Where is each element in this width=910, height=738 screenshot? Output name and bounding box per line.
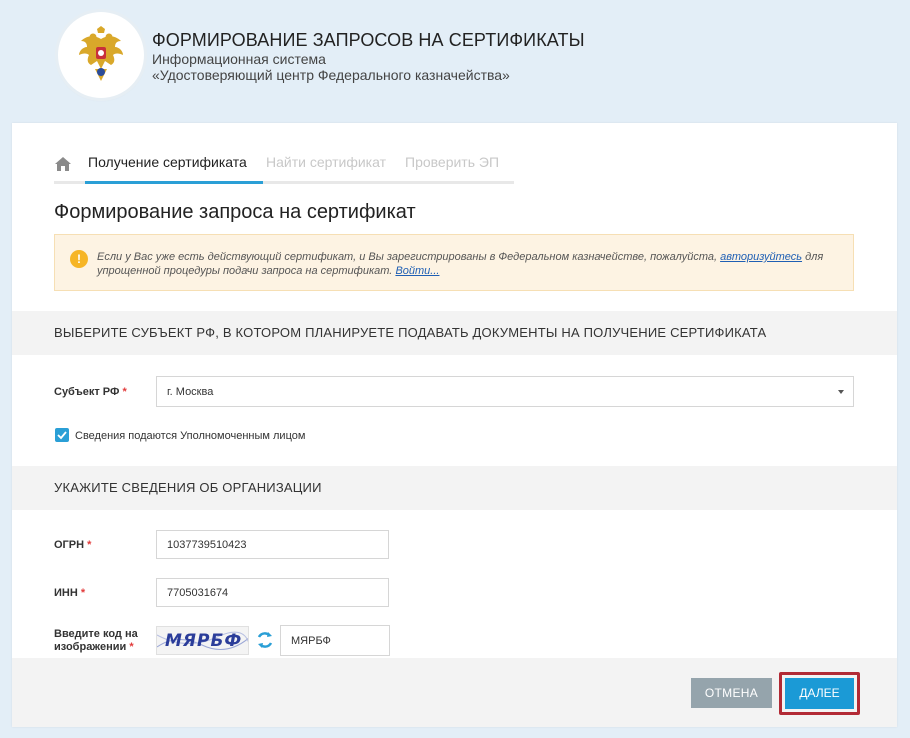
app-header: ФОРМИРОВАНИЕ ЗАПРОСОВ НА СЕРТИФИКАТЫ Инф… bbox=[0, 0, 910, 110]
captcha-label-line1: Введите код на bbox=[54, 628, 138, 640]
ogrn-value: 1037739510423 bbox=[167, 539, 247, 551]
home-icon[interactable] bbox=[54, 155, 72, 173]
region-select[interactable]: г. Москва bbox=[156, 376, 854, 407]
chevron-down-icon bbox=[838, 390, 844, 394]
captcha-label-line2: изображении bbox=[54, 641, 127, 653]
inn-label-text: ИНН bbox=[54, 587, 78, 599]
highlight-frame: ДАЛЕЕ bbox=[779, 672, 860, 715]
captcha-label: Введите код на изображении * bbox=[54, 628, 138, 654]
page-title: Формирование запроса на сертификат bbox=[54, 201, 416, 223]
captcha-image: МЯРБФ bbox=[156, 626, 249, 655]
authorized-person-label[interactable]: Сведения подаются Уполномоченным лицом bbox=[75, 430, 305, 442]
tab-verify-signature[interactable]: Проверить ЭП bbox=[405, 154, 499, 170]
alert-text-before: Если у Вас уже есть действующий сертифик… bbox=[97, 251, 721, 263]
ogrn-label: ОГРН * bbox=[54, 539, 91, 552]
tab-find-certificate[interactable]: Найти сертификат bbox=[266, 154, 386, 170]
section-region: ВЫБЕРИТЕ СУБЪЕКТ РФ, В КОТОРОМ ПЛАНИРУЕТ… bbox=[12, 311, 897, 355]
emblem-icon bbox=[79, 26, 123, 81]
section-organization-title: УКАЖИТЕ СВЕДЕНИЯ ОБ ОРГАНИЗАЦИИ bbox=[54, 480, 322, 495]
tab-bar: Получение сертификата Найти сертификат П… bbox=[54, 149, 514, 184]
captcha-input-value: МЯРБФ bbox=[291, 635, 331, 647]
region-label: Субъект РФ * bbox=[54, 386, 127, 399]
captcha-text: МЯРБФ bbox=[165, 631, 243, 651]
section-region-title: ВЫБЕРИТЕ СУБЪЕКТ РФ, В КОТОРОМ ПЛАНИРУЕТ… bbox=[54, 325, 767, 340]
required-mark: * bbox=[80, 587, 86, 599]
info-alert: ! Если у Вас уже есть действующий сертиф… bbox=[54, 234, 854, 291]
header-subtitle: Информационная система bbox=[152, 51, 326, 67]
emblem-logo bbox=[58, 12, 144, 98]
authorized-person-checkbox[interactable] bbox=[55, 428, 69, 442]
inn-input[interactable]: 7705031674 bbox=[156, 578, 389, 607]
authorize-link[interactable]: авторизуйтесь bbox=[720, 251, 802, 263]
required-mark: * bbox=[129, 641, 134, 653]
inn-value: 7705031674 bbox=[167, 587, 229, 599]
login-link[interactable]: Войти... bbox=[395, 265, 439, 277]
ogrn-label-text: ОГРН bbox=[54, 539, 85, 551]
inn-label: ИНН * bbox=[54, 587, 85, 600]
ogrn-input[interactable]: 1037739510423 bbox=[156, 530, 389, 559]
alert-text: Если у Вас уже есть действующий сертифик… bbox=[97, 250, 837, 278]
active-tab-indicator bbox=[85, 181, 263, 184]
form-card: Получение сертификата Найти сертификат П… bbox=[12, 123, 897, 727]
region-label-text: Субъект РФ bbox=[54, 386, 120, 398]
section-organization: УКАЖИТЕ СВЕДЕНИЯ ОБ ОРГАНИЗАЦИИ bbox=[12, 466, 897, 510]
refresh-icon[interactable] bbox=[255, 630, 275, 650]
cancel-button[interactable]: ОТМЕНА bbox=[691, 678, 772, 708]
header-system-name: «Удостоверяющий центр Федерального казна… bbox=[152, 67, 510, 83]
region-select-value: г. Москва bbox=[167, 386, 214, 398]
next-button[interactable]: ДАЛЕЕ bbox=[785, 678, 854, 709]
header-title: ФОРМИРОВАНИЕ ЗАПРОСОВ НА СЕРТИФИКАТЫ bbox=[152, 30, 585, 50]
required-mark: * bbox=[122, 386, 127, 398]
tab-get-certificate[interactable]: Получение сертификата bbox=[88, 154, 247, 170]
form-footer: ОТМЕНА ДАЛЕЕ bbox=[12, 658, 897, 727]
required-mark: * bbox=[87, 539, 92, 551]
warning-icon: ! bbox=[70, 250, 88, 268]
checkmark-icon bbox=[57, 431, 67, 440]
captcha-input[interactable]: МЯРБФ bbox=[280, 625, 390, 656]
